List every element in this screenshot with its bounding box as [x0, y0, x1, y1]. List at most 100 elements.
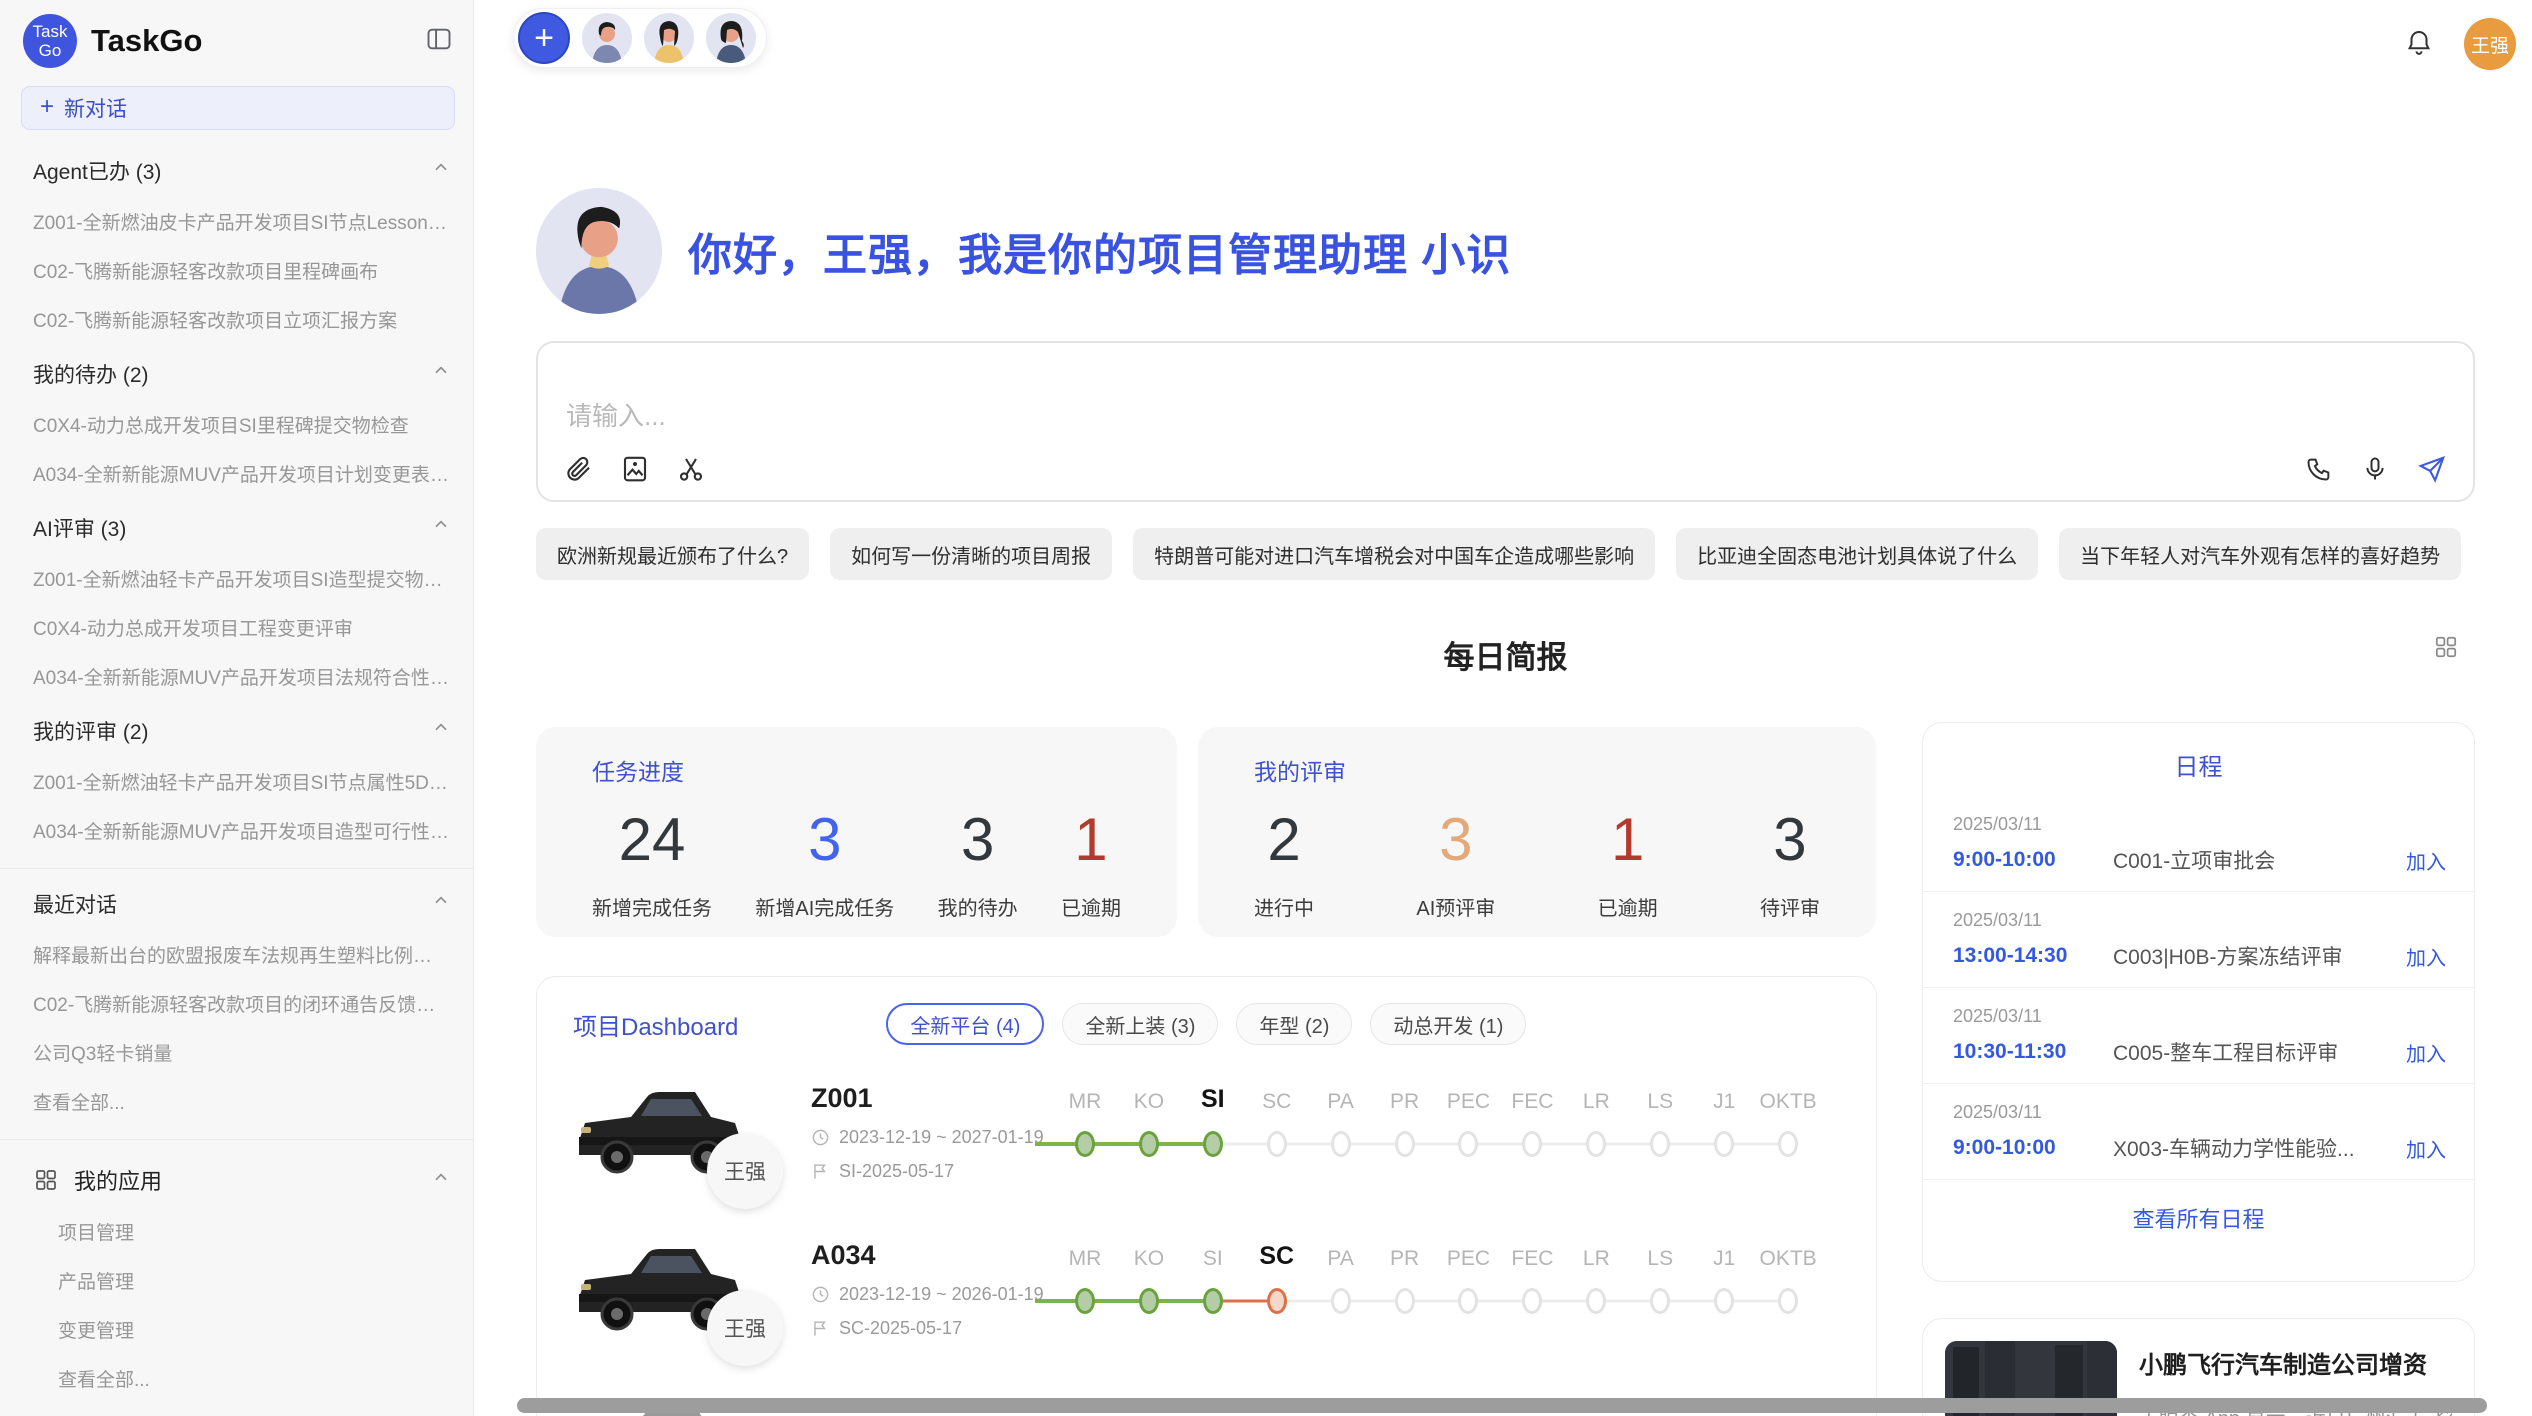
- milestone-label: PEC: [1437, 1090, 1501, 1114]
- list-item[interactable]: A034-全新新能源MUV产品开发项目造型可行性评审: [0, 817, 473, 844]
- milestone-label: PR: [1373, 1247, 1437, 1271]
- suggestion-chips: 欧洲新规最近颁布了什么? 如何写一份清晰的项目周报 特朗普可能对进口汽车增税会对…: [536, 528, 2475, 580]
- list-item[interactable]: Z001-全新燃油轻卡产品开发项目SI节点属性5D文件评审: [0, 768, 473, 795]
- list-item[interactable]: C02-飞腾新能源轻客改款项目立项汇报方案: [0, 306, 473, 333]
- app-window: Task Go TaskGo + 新对话 Agent已办 (3) Z001-全新…: [0, 0, 2532, 1416]
- milestone-dot: [1075, 1288, 1095, 1314]
- join-link[interactable]: 加入: [2406, 1134, 2446, 1163]
- project-next-milestone: SC-2025-05-17: [839, 1318, 962, 1339]
- send-icon[interactable]: [2417, 454, 2447, 484]
- schedule-item: 2025/03/11 9:00-10:00 C001-立项审批会 加入: [1923, 796, 2474, 892]
- schedule-event-title: C001-立项审批会: [2113, 845, 2406, 875]
- section-agent-done[interactable]: Agent已办 (3): [0, 156, 473, 186]
- chat-composer: [536, 341, 2475, 502]
- milestone-label: OKTB: [1756, 1090, 1820, 1114]
- suggestion-chip[interactable]: 比亚迪全固态电池计划具体说了什么: [1676, 528, 2038, 580]
- clock-icon: [811, 1128, 830, 1147]
- project-info: Z001 2023-12-19 ~ 2027-01-19 SI-2025-05-…: [811, 1079, 1053, 1182]
- horizontal-scrollbar[interactable]: [517, 1398, 2487, 1413]
- milestone-label: FEC: [1500, 1090, 1564, 1114]
- milestone-label: FEC: [1500, 1247, 1564, 1271]
- user-avatar[interactable]: 王强: [2464, 18, 2516, 70]
- sidebar-item-my-apps[interactable]: 我的应用: [0, 1164, 473, 1196]
- member-avatar[interactable]: [582, 13, 632, 63]
- section-my-review[interactable]: 我的评审 (2): [0, 716, 473, 746]
- section-ai-review[interactable]: AI评审 (3): [0, 513, 473, 543]
- list-item[interactable]: Z001-全新燃油皮卡产品开发项目SI节点Lesson Learn报告: [0, 208, 473, 235]
- divider: [0, 1139, 473, 1140]
- project-row[interactable]: 王强 Z001 2023-12-19 ~ 2027-01-19 SI-2025-…: [537, 1079, 1876, 1236]
- list-item[interactable]: 公司Q3轻卡销量: [0, 1039, 473, 1066]
- project-row[interactable]: 王强 A034 2023-12-19 ~ 2026-01-19 SC-2025-…: [537, 1236, 1876, 1393]
- list-item[interactable]: A034-全新新能源MUV产品开发项目法规符合性评审: [0, 663, 473, 690]
- stat-label: 我的待办: [938, 892, 1018, 921]
- section-recent-chats[interactable]: 最近对话: [0, 889, 473, 919]
- join-link[interactable]: 加入: [2406, 846, 2446, 875]
- list-item[interactable]: C02-飞腾新能源轻客改款项目的闭环通告反馈情况: [0, 990, 473, 1017]
- milestone-dot: [1714, 1288, 1734, 1314]
- suggestion-chip[interactable]: 欧洲新规最近颁布了什么?: [536, 528, 809, 580]
- tab-new-platform[interactable]: 全新平台 (4): [886, 1003, 1044, 1045]
- sidebar-item-change-mgmt[interactable]: 变更管理: [0, 1316, 473, 1343]
- join-link[interactable]: 加入: [2406, 942, 2446, 971]
- chevron-up-icon[interactable]: [431, 158, 451, 184]
- tab-powertrain[interactable]: 动总开发 (1): [1370, 1003, 1526, 1045]
- sidebar-item-project-mgmt[interactable]: 项目管理: [0, 1218, 473, 1245]
- view-all-link[interactable]: 查看全部...: [0, 1088, 473, 1115]
- grid-icon: [34, 1168, 58, 1192]
- milestone-label: SI: [1181, 1085, 1245, 1114]
- list-item[interactable]: Z001-全新燃油轻卡产品开发项目SI造型提交物评审: [0, 565, 473, 592]
- milestone-dot: [1267, 1131, 1287, 1157]
- milestone-dot: [1267, 1288, 1287, 1314]
- milestone-node: [1756, 1283, 1820, 1319]
- dashboard-title: 项目Dashboard: [573, 1007, 738, 1042]
- stat-value: 1: [1598, 805, 1658, 874]
- scissors-icon[interactable]: [676, 454, 706, 484]
- phone-icon[interactable]: [2305, 455, 2333, 483]
- chevron-up-icon[interactable]: [431, 1168, 451, 1193]
- suggestion-chip[interactable]: 特朗普可能对进口汽车增税会对中国车企造成哪些影响: [1133, 528, 1655, 580]
- card-title: 任务进度: [592, 753, 1121, 787]
- sidebar: Task Go TaskGo + 新对话 Agent已办 (3) Z001-全新…: [0, 0, 474, 1416]
- card-title: 我的评审: [1254, 753, 1820, 787]
- attachment-icon[interactable]: [564, 454, 594, 484]
- member-avatar[interactable]: [644, 13, 694, 63]
- logo-text-bottom: Go: [39, 41, 62, 60]
- join-link[interactable]: 加入: [2406, 1038, 2446, 1067]
- chat-input[interactable]: [566, 401, 2066, 432]
- image-upload-icon[interactable]: [620, 454, 650, 484]
- view-all-link[interactable]: 查看全部...: [0, 1365, 473, 1392]
- view-all-schedule-link[interactable]: 查看所有日程: [1923, 1202, 2474, 1234]
- suggestion-chip[interactable]: 当下年轻人对汽车外观有怎样的喜好趋势: [2059, 528, 2461, 580]
- milestone-dot: [1778, 1288, 1798, 1314]
- chevron-up-icon[interactable]: [431, 891, 451, 917]
- milestone-dot: [1331, 1131, 1351, 1157]
- stat-value: 3: [1760, 805, 1820, 874]
- list-item[interactable]: C02-飞腾新能源轻客改款项目里程碑画布: [0, 257, 473, 284]
- add-member-button[interactable]: +: [518, 12, 570, 64]
- notification-bell-icon[interactable]: [2404, 27, 2434, 62]
- list-item[interactable]: C0X4-动力总成开发项目工程变更评审: [0, 614, 473, 641]
- milestone-dot: [1586, 1288, 1606, 1314]
- tab-model-year[interactable]: 年型 (2): [1236, 1003, 1352, 1045]
- stat: 2 进行中: [1254, 805, 1314, 921]
- section-my-todo[interactable]: 我的待办 (2): [0, 359, 473, 389]
- new-chat-label: 新对话: [64, 93, 127, 123]
- milestone-label: PEC: [1437, 1247, 1501, 1271]
- suggestion-chip[interactable]: 如何写一份清晰的项目周报: [830, 528, 1112, 580]
- member-avatar[interactable]: [706, 13, 756, 63]
- layout-grid-icon[interactable]: [2433, 634, 2459, 665]
- greeting-block: 你好，王强，我是你的项目管理助理 小识: [536, 188, 1511, 314]
- sidebar-item-product-mgmt[interactable]: 产品管理: [0, 1267, 473, 1294]
- microphone-icon[interactable]: [2361, 455, 2389, 483]
- chevron-up-icon[interactable]: [431, 718, 451, 744]
- sidebar-collapse-icon[interactable]: [425, 25, 453, 58]
- chevron-up-icon[interactable]: [431, 515, 451, 541]
- tab-new-body[interactable]: 全新上装 (3): [1062, 1003, 1218, 1045]
- milestone-dot: [1522, 1131, 1542, 1157]
- list-item[interactable]: 解释最新出台的欧盟报废车法规再生塑料比例被调至15%...: [0, 941, 473, 968]
- list-item[interactable]: A034-全新新能源MUV产品开发项目计划变更表编写: [0, 460, 473, 487]
- new-chat-button[interactable]: + 新对话: [21, 86, 455, 130]
- list-item[interactable]: C0X4-动力总成开发项目SI里程碑提交物检查: [0, 411, 473, 438]
- chevron-up-icon[interactable]: [431, 361, 451, 387]
